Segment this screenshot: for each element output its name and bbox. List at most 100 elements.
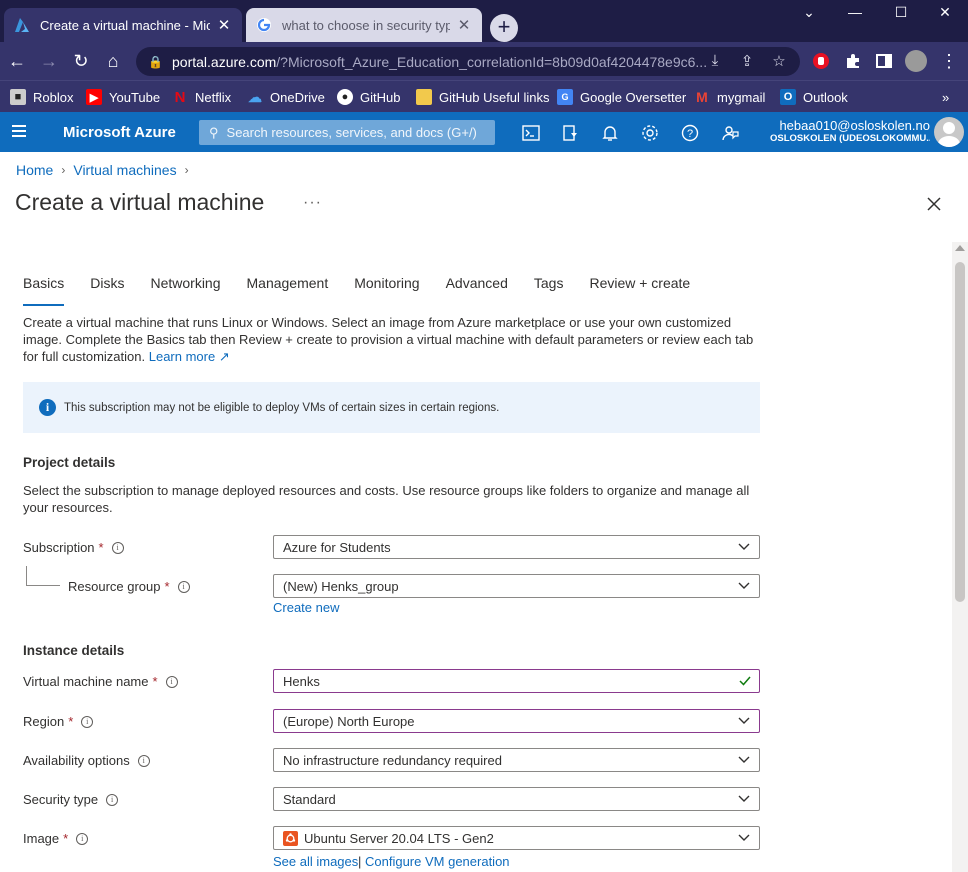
notifications-bell-icon[interactable] [600, 123, 620, 143]
project-details-description: Select the subscription to manage deploy… [23, 483, 750, 515]
back-icon[interactable]: ← [6, 50, 28, 72]
address-bar[interactable]: 🔒 portal.azure.com /?Microsoft_Azure_Edu… [136, 47, 800, 76]
see-all-images-link[interactable]: See all images [273, 854, 358, 869]
browser-tab-google[interactable]: what to choose in security type a ✕ [246, 8, 482, 42]
global-search-input[interactable]: ⚲ Search resources, services, and docs (… [199, 120, 495, 145]
azure-favicon-icon [14, 17, 30, 33]
feedback-icon[interactable] [720, 123, 740, 143]
browser-menu-icon[interactable]: ⋮ [938, 50, 960, 72]
security-type-dropdown[interactable]: Standard [273, 787, 760, 811]
tab-disks[interactable]: Disks [90, 275, 124, 301]
chevron-right-icon: › [61, 163, 66, 177]
tab-advanced[interactable]: Advanced [446, 275, 508, 301]
bookmark-youtube[interactable]: ▶ YouTube [86, 87, 160, 107]
info-circle-icon[interactable]: i [76, 832, 89, 845]
info-circle-icon[interactable]: i [106, 793, 119, 806]
chevron-down-icon [738, 582, 750, 589]
tab-tags[interactable]: Tags [534, 275, 564, 301]
tab-networking[interactable]: Networking [150, 275, 220, 301]
profile-avatar[interactable] [905, 50, 927, 72]
bookmark-onedrive[interactable]: ☁ OneDrive [247, 87, 325, 107]
new-tab-button[interactable]: + [490, 14, 518, 42]
bookmark-roblox[interactable]: ■ Roblox [10, 87, 73, 107]
maximize-icon[interactable]: ☐ [878, 0, 924, 24]
extensions-puzzle-icon[interactable] [844, 52, 862, 70]
google-favicon-icon [256, 17, 272, 33]
url-path: /?Microsoft_Azure_Education_correlationI… [276, 53, 708, 70]
close-blade-icon[interactable] [924, 194, 944, 214]
close-tab-icon[interactable]: ✕ [216, 16, 232, 34]
bookmark-netflix[interactable]: N Netflix [172, 87, 232, 107]
azure-brand[interactable]: Microsoft Azure [63, 124, 176, 141]
breadcrumb-virtual-machines[interactable]: Virtual machines [73, 162, 176, 178]
settings-gear-icon[interactable] [640, 123, 660, 143]
browser-tabstrip: Create a virtual machine - Micros ✕ what… [0, 0, 968, 42]
bookmark-star-icon[interactable]: ☆ [770, 52, 788, 70]
info-circle-icon[interactable]: i [81, 715, 94, 728]
minimize-icon[interactable]: — [832, 0, 878, 24]
vm-name-label: Virtual machine name * i [23, 674, 178, 689]
close-tab-icon[interactable]: ✕ [456, 16, 472, 34]
search-placeholder: Search resources, services, and docs (G+… [226, 125, 477, 140]
install-app-icon[interactable]: ⤓ [706, 52, 724, 69]
info-circle-icon[interactable]: i [111, 541, 124, 554]
tab-monitoring[interactable]: Monitoring [354, 275, 419, 301]
side-panel-icon[interactable] [875, 52, 893, 70]
info-icon: i [39, 399, 56, 416]
chevron-down-icon [738, 795, 750, 802]
scrollbar-thumb[interactable] [955, 262, 965, 602]
tab-search-icon[interactable]: ⌄ [786, 0, 832, 24]
help-question-icon[interactable]: ? [680, 123, 700, 143]
breadcrumb-home[interactable]: Home [16, 162, 53, 178]
link-separator: | [358, 854, 362, 869]
more-options-icon[interactable]: ··· [303, 194, 322, 212]
outlook-icon: O [780, 89, 796, 105]
info-circle-icon[interactable]: i [165, 675, 178, 688]
share-icon[interactable]: ⇪ [738, 52, 756, 70]
info-circle-icon[interactable]: i [137, 754, 150, 767]
chevron-down-icon [738, 543, 750, 550]
availability-options-label: Availability options i [23, 753, 150, 768]
bookmark-google-oversetter[interactable]: G Google Oversetter [557, 87, 686, 107]
directory-filter-icon[interactable] [560, 123, 580, 143]
browser-tab-azure[interactable]: Create a virtual machine - Micros ✕ [4, 8, 242, 42]
configure-vm-generation-link[interactable]: Configure VM generation [365, 854, 510, 869]
user-email: hebaa010@osloskolen.no [779, 118, 930, 133]
tab-basics[interactable]: Basics [23, 275, 65, 306]
home-icon[interactable]: ⌂ [102, 50, 124, 72]
create-new-link[interactable]: Create new [273, 600, 339, 615]
cloud-shell-icon[interactable] [521, 123, 541, 143]
ubuntu-logo-icon [283, 830, 298, 846]
folder-icon [416, 89, 432, 105]
bookmark-outlook[interactable]: O Outlook [780, 87, 848, 107]
extension-shield-icon[interactable] [812, 52, 830, 70]
availability-options-dropdown[interactable]: No infrastructure redundancy required [273, 748, 760, 772]
youtube-icon: ▶ [86, 89, 102, 105]
tab-review-create[interactable]: Review + create [589, 275, 690, 301]
region-dropdown[interactable]: (Europe) North Europe [273, 709, 760, 733]
project-details-heading: Project details [23, 455, 116, 470]
account-info[interactable]: hebaa010@osloskolen.no OSLOSKOLEN (UDEOS… [770, 118, 930, 144]
search-icon: ⚲ [209, 124, 219, 140]
window-close-icon[interactable]: ✕ [922, 0, 968, 24]
bookmark-github[interactable]: ● GitHub [337, 87, 400, 107]
bookmarks-bar: ■ Roblox ▶ YouTube N Netflix ☁ OneDrive ● Git… [0, 80, 968, 112]
resource-group-dropdown[interactable]: (New) Henks_group [273, 574, 760, 598]
learn-more-link[interactable]: Learn more ↗ [149, 349, 230, 364]
chevron-down-icon [738, 834, 750, 841]
bookmark-mygmail[interactable]: Mmygmail [694, 87, 765, 107]
portal-menu-icon[interactable] [12, 125, 26, 137]
vm-name-input[interactable]: Henks [273, 669, 760, 693]
bookmark-github-useful-links[interactable]: GitHub Useful links [416, 87, 550, 107]
user-organization: OSLOSKOLEN (UDEOSLOKOMMU... [770, 133, 930, 144]
image-dropdown[interactable]: Ubuntu Server 20.04 LTS - Gen2 [273, 826, 760, 850]
reload-icon[interactable]: ↻ [70, 50, 92, 72]
forward-icon[interactable]: → [38, 50, 60, 72]
bookmarks-overflow-icon[interactable]: » [942, 87, 949, 107]
user-avatar[interactable] [934, 117, 964, 147]
info-circle-icon[interactable]: i [177, 580, 190, 593]
subscription-dropdown[interactable]: Azure for Students [273, 535, 760, 559]
tab-management[interactable]: Management [247, 275, 329, 301]
svg-text:?: ? [687, 128, 693, 140]
scroll-up-icon[interactable] [955, 245, 965, 251]
